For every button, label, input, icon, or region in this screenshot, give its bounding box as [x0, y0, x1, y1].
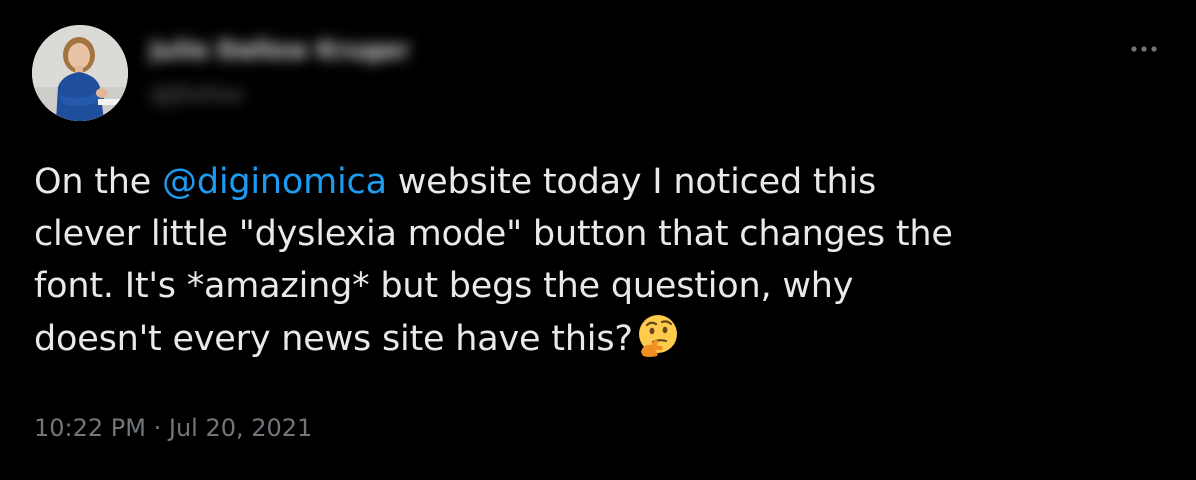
- thinking-face-icon: [635, 312, 681, 358]
- tweet-text-segment: On the: [34, 162, 163, 202]
- tweet-text-line: On the @diginomica website today I notic…: [34, 156, 1154, 208]
- author-handle[interactable]: @JDallow: [150, 82, 290, 106]
- more-options-button[interactable]: [1122, 34, 1166, 64]
- tweet-text-segment: doesn't every news site have this?: [34, 319, 633, 359]
- avatar[interactable]: [32, 25, 128, 121]
- tweet-text: On the @diginomica website today I notic…: [34, 156, 1154, 365]
- author-name[interactable]: Julie Dallow Kruger: [150, 36, 420, 62]
- avatar-photo: [32, 25, 128, 121]
- tweet-text-line: font. It's *amazing* but begs the questi…: [34, 266, 854, 306]
- tweet-text-line: clever little "dyslexia mode" button tha…: [34, 214, 953, 254]
- tweet-text-line: doesn't every news site have this?: [34, 312, 1154, 365]
- tweet-timestamp[interactable]: 10:22 PM · Jul 20, 2021: [34, 414, 312, 442]
- more-horizontal-icon: [1131, 46, 1157, 52]
- tweet: Julie Dallow Kruger @JDallow On the @dig…: [0, 0, 1196, 480]
- mention-link[interactable]: @diginomica: [162, 162, 387, 202]
- tweet-text-segment: website today I noticed this: [386, 162, 876, 202]
